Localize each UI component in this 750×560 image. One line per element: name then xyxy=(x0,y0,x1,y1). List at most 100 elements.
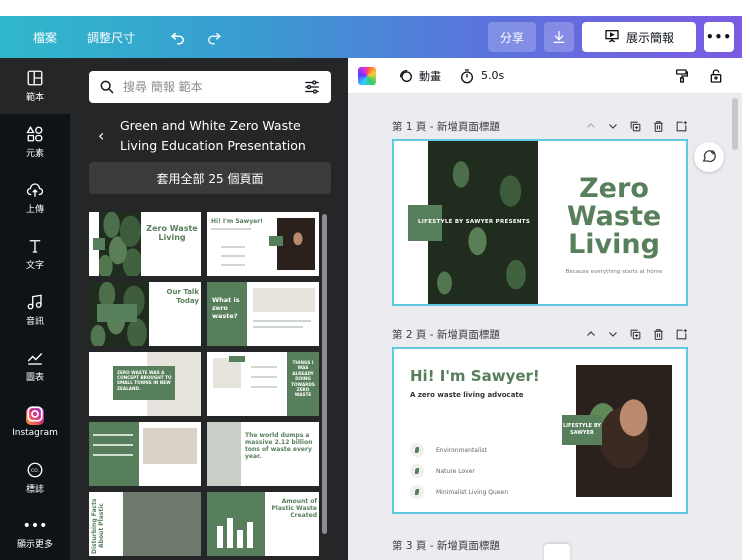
share-button[interactable]: 分享 xyxy=(488,22,536,52)
template-page-thumb[interactable]: The world dumps a massive 2.12 billion t… xyxy=(207,422,319,486)
thumb-title: Our Talk Today xyxy=(166,288,199,305)
slide-subtitle[interactable]: A zero waste living advocate xyxy=(410,391,524,399)
template-icon xyxy=(27,70,43,86)
template-page-thumb[interactable]: Our Talk Today xyxy=(89,282,201,346)
timer-icon xyxy=(461,68,473,83)
download-button[interactable] xyxy=(544,22,574,52)
canvas-scrollbar[interactable] xyxy=(732,98,738,150)
duplicate-icon[interactable] xyxy=(629,120,642,133)
list-item[interactable]: Nature Lover xyxy=(410,464,475,478)
text-icon xyxy=(29,240,41,253)
template-page-grid: Zero Waste Living Hi! I'm Sawyer! Our Ta… xyxy=(89,212,321,560)
search-input[interactable] xyxy=(123,80,303,94)
list-item[interactable]: Environmentalist xyxy=(410,443,487,457)
upload-icon xyxy=(26,183,44,197)
leaf-icon xyxy=(410,443,424,457)
search-icon xyxy=(100,80,114,94)
trash-icon[interactable] xyxy=(652,328,665,341)
slide-label-text[interactable]: LIFESTYLE BY SAWYER PRESENTS xyxy=(418,219,530,225)
slide-title[interactable]: Hi! I'm Sawyer! xyxy=(410,367,540,385)
rail-item-logos[interactable]: CO. 標誌 xyxy=(0,450,70,506)
elements-icon xyxy=(26,125,43,142)
rail-item-charts[interactable]: 圖表 xyxy=(0,338,70,394)
menu-file[interactable]: 檔案 xyxy=(33,29,57,46)
svg-text:CO.: CO. xyxy=(31,468,39,474)
template-page-thumb[interactable]: Disturbing Facts About Plastic xyxy=(89,492,201,556)
rail-item-more[interactable]: ••• 顯示更多 xyxy=(0,506,70,560)
page-header: 第 1 頁 - 新增頁面標題 xyxy=(392,117,688,135)
left-rail: 範本 元素 上傳 文字 音訊 圖表 Instagram CO. 標誌 ••• 顯… xyxy=(0,58,70,560)
template-page-thumb[interactable]: Zero Waste Living xyxy=(89,212,201,276)
back-chevron-icon[interactable]: ‹ xyxy=(98,126,104,145)
template-page-thumb[interactable]: ZERO WASTE WAS A CONCEPT BROUGHT TO SMAL… xyxy=(89,352,201,416)
add-page-icon[interactable] xyxy=(675,328,688,341)
trash-icon[interactable] xyxy=(652,120,665,133)
rail-item-uploads[interactable]: 上傳 xyxy=(0,170,70,226)
menu-resize[interactable]: 調整尺寸 xyxy=(87,29,135,46)
thumb-title: The world dumps a massive 2.12 billion t… xyxy=(245,432,313,460)
redo-icon[interactable] xyxy=(205,28,223,46)
duration-button[interactable]: 5.0s xyxy=(459,68,504,84)
template-page-thumb[interactable] xyxy=(89,422,201,486)
animate-label: 動畫 xyxy=(419,69,441,83)
animate-icon xyxy=(399,69,412,82)
present-button[interactable]: 展示簡報 xyxy=(582,22,696,52)
chevron-up-icon[interactable] xyxy=(585,120,597,132)
canvas-area: 第 1 頁 - 新增頁面標題 LIFESTYLE BY SAWYER PRESE… xyxy=(348,94,742,560)
paint-roller-icon[interactable] xyxy=(674,68,690,84)
apply-all-button[interactable]: 套用全部 25 個頁面 xyxy=(89,162,331,194)
lock-icon[interactable] xyxy=(708,68,724,84)
slide-2[interactable]: Hi! I'm Sawyer! A zero waste living advo… xyxy=(392,347,688,514)
rail-label: 上傳 xyxy=(25,205,44,215)
animate-button[interactable]: 動畫 xyxy=(398,68,441,84)
slide-subtitle[interactable]: Because everything starts at home xyxy=(554,269,674,275)
thumb-title: Amount of Plastic Waste Created xyxy=(271,498,317,519)
panel-scrollbar[interactable] xyxy=(322,214,327,534)
search-box[interactable] xyxy=(89,71,331,103)
rail-item-instagram[interactable]: Instagram xyxy=(0,394,70,450)
thumb-title: Zero Waste Living xyxy=(146,224,198,242)
add-comment-button[interactable] xyxy=(694,142,724,172)
filter-icon[interactable] xyxy=(303,78,321,96)
rail-label: 顯示更多 xyxy=(16,539,53,550)
more-icon: ••• xyxy=(22,517,48,534)
rail-item-audio[interactable]: 音訊 xyxy=(0,282,70,338)
leaf-icon xyxy=(410,464,424,478)
chevron-up-icon[interactable] xyxy=(585,328,597,340)
slide-1[interactable]: LIFESTYLE BY SAWYER PRESENTS Zero Waste … xyxy=(392,139,688,306)
duplicate-icon[interactable] xyxy=(629,328,642,341)
template-page-thumb[interactable]: THINGS I WAS ALREADY DOING TOWARDS ZERO … xyxy=(207,352,319,416)
list-item-text: Environmentalist xyxy=(436,446,487,454)
template-page-thumb[interactable]: Hi! I'm Sawyer! xyxy=(207,212,319,276)
template-panel: ‹ Green and White Zero Waste Living Educ… xyxy=(70,58,348,560)
thumb-title: THINGS I WAS ALREADY DOING TOWARDS ZERO … xyxy=(291,360,315,398)
thumb-title: What is zero waste? xyxy=(212,296,240,320)
chevron-down-icon[interactable] xyxy=(607,120,619,132)
page-title[interactable]: 第 3 頁 - 新增頁面標題 xyxy=(392,538,500,553)
undo-icon[interactable] xyxy=(169,28,187,46)
chevron-down-icon[interactable] xyxy=(607,328,619,340)
rail-item-elements[interactable]: 元素 xyxy=(0,114,70,170)
page-title[interactable]: 第 1 頁 - 新增頁面標題 xyxy=(392,119,500,134)
thumb-title: Disturbing Facts About Plastic xyxy=(91,498,105,554)
list-item[interactable]: Minimalist Living Queen xyxy=(410,485,508,499)
list-item-text: Minimalist Living Queen xyxy=(436,488,509,496)
template-title: Green and White Zero Waste Living Educat… xyxy=(120,118,306,153)
slide-title[interactable]: Zero Waste Living xyxy=(554,175,674,259)
rail-item-templates[interactable]: 範本 xyxy=(0,58,70,114)
template-page-thumb[interactable]: Amount of Plastic Waste Created xyxy=(207,492,319,556)
page-title[interactable]: 第 2 頁 - 新增頁面標題 xyxy=(392,327,500,342)
logo-icon: CO. xyxy=(27,462,43,478)
add-page-icon[interactable] xyxy=(675,120,688,133)
rail-item-text[interactable]: 文字 xyxy=(0,226,70,282)
thumb-title: ZERO WASTE WAS A CONCEPT BROUGHT TO SMAL… xyxy=(117,370,172,391)
color-picker-icon[interactable] xyxy=(358,66,376,85)
page-header: 第 2 頁 - 新增頁面標題 xyxy=(392,325,688,343)
download-icon xyxy=(553,31,565,43)
chart-icon xyxy=(27,353,43,365)
more-options-button[interactable]: ••• xyxy=(704,22,734,52)
slide-label-text[interactable]: LIFESTYLE BY SAWYER xyxy=(562,415,602,445)
template-page-thumb[interactable]: What is zero waste? xyxy=(207,282,319,346)
top-bar: 檔案 調整尺寸 分享 展示簡報 ••• xyxy=(0,16,742,58)
scroll-handle[interactable] xyxy=(544,544,570,560)
